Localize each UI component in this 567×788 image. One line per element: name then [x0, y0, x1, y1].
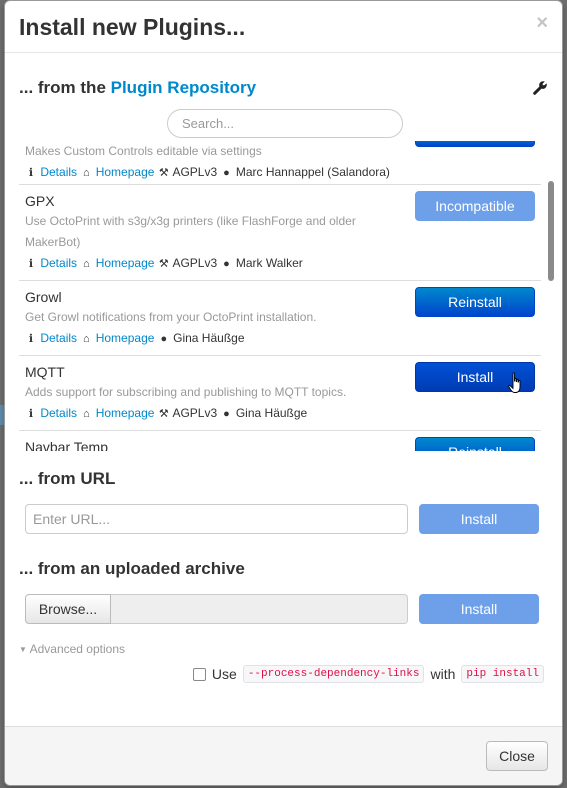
list-item: GPX Use OctoPrint with s3g/x3g printers … [19, 185, 541, 281]
details-link[interactable]: Details [40, 165, 77, 179]
list-item: Navbar Temp Reinstall [19, 431, 541, 451]
close-icon[interactable]: × [536, 13, 548, 33]
use-label: Use [211, 666, 237, 682]
gavel-icon: ⚒ [158, 167, 169, 179]
license-label: AGPLv3 [172, 406, 218, 420]
user-icon: ● [223, 408, 230, 420]
plugin-search-input[interactable] [167, 109, 403, 138]
reinstall-button[interactable]: Reinstall [415, 287, 535, 317]
advanced-options-label: Advanced options [29, 642, 125, 656]
dialog-header: Install new Plugins... × [5, 1, 562, 53]
plugin-list[interactable]: Makes Custom Controls editable via setti… [19, 141, 551, 451]
wrench-icon[interactable] [532, 80, 548, 96]
info-icon: ℹ [28, 167, 34, 179]
homepage-link[interactable]: Homepage [96, 165, 155, 179]
details-link[interactable]: Details [40, 256, 77, 270]
plugin-description: Adds support for subscribing and publish… [25, 385, 347, 399]
plugin-repository-link[interactable]: Plugin Repository [111, 78, 256, 97]
install-from-archive-button[interactable]: Install [419, 594, 539, 624]
command-code: pip install [461, 665, 544, 683]
home-icon: ⌂ [83, 167, 90, 179]
dependency-links-checkbox[interactable] [192, 667, 206, 681]
dialog-footer: Close [5, 726, 562, 785]
plugin-description: Get Growl notifications from your OctoPr… [25, 310, 317, 324]
plugin-meta: ℹ Details ⌂ Homepage ⚒ AGPLv3 ● Mark Wal… [25, 253, 535, 274]
list-item: MQTT Adds support for subscribing and pu… [19, 356, 541, 431]
with-label: with [430, 666, 456, 682]
homepage-link[interactable]: Homepage [96, 256, 155, 270]
user-icon: ● [223, 167, 230, 179]
advanced-options-toggle[interactable]: ▼ Advanced options [19, 642, 125, 656]
plugin-list-scrollbar[interactable] [548, 141, 554, 451]
plugin-meta: ℹ Details ⌂ Homepage ● Gina Häußge [25, 328, 535, 349]
details-link[interactable]: Details [40, 406, 77, 420]
dialog-title: Install new Plugins... [19, 14, 246, 40]
plugin-meta: ℹ Details ⌂ Homepage ⚒ AGPLv3 ● Gina Häu… [25, 403, 535, 424]
dependency-links-option: Use --process-dependency-links with pip … [192, 665, 544, 683]
home-icon: ⌂ [83, 333, 90, 345]
install-from-url-button[interactable]: Install [419, 504, 539, 534]
gavel-icon: ⚒ [158, 258, 169, 270]
repository-heading: ... from the Plugin Repository [19, 78, 256, 98]
homepage-link[interactable]: Homepage [96, 406, 155, 420]
reinstall-button[interactable]: Reinstall [415, 437, 535, 451]
plugin-meta: ℹ Details ⌂ Homepage ⚒ AGPLv3 ● Marc Han… [25, 162, 535, 183]
plugin-action-button[interactable] [415, 141, 535, 147]
user-icon: ● [160, 333, 168, 345]
author-label: Marc Hannappel (Salandora) [235, 165, 390, 179]
info-icon: ℹ [28, 258, 34, 270]
home-icon: ⌂ [83, 258, 90, 270]
url-input[interactable] [25, 504, 408, 534]
plugin-description: Makes Custom Controls editable via setti… [25, 144, 262, 158]
from-url-heading: ... from URL [19, 469, 116, 488]
author-label: Mark Walker [235, 256, 303, 270]
hand-cursor-icon [508, 372, 521, 393]
install-plugins-dialog: Install new Plugins... × ... from the Pl… [4, 0, 563, 786]
user-icon: ● [223, 258, 230, 270]
author-label: Gina Häußge [173, 331, 245, 345]
info-icon: ℹ [28, 408, 34, 420]
browse-button[interactable]: Browse... [25, 594, 111, 624]
license-label: AGPLv3 [172, 165, 218, 179]
home-icon: ⌂ [83, 408, 90, 420]
list-item: Growl Get Growl notifications from your … [19, 281, 541, 356]
plugin-description: Use OctoPrint with s3g/x3g printers (lik… [25, 214, 356, 249]
details-link[interactable]: Details [40, 331, 77, 345]
flag-code: --process-dependency-links [242, 665, 425, 683]
list-item: Makes Custom Controls editable via setti… [19, 141, 541, 185]
homepage-link[interactable]: Homepage [96, 331, 155, 345]
scrollbar-thumb[interactable] [548, 181, 554, 281]
caret-down-icon: ▼ [19, 645, 27, 654]
close-button[interactable]: Close [486, 741, 548, 771]
repository-heading-prefix: ... from the [19, 78, 111, 97]
info-icon: ℹ [28, 333, 34, 345]
selected-file-field [111, 594, 408, 624]
license-label: AGPLv3 [172, 256, 218, 270]
from-archive-heading: ... from an uploaded archive [19, 559, 245, 578]
author-label: Gina Häußge [235, 406, 308, 420]
gavel-icon: ⚒ [158, 408, 169, 420]
incompatible-button: Incompatible [415, 191, 535, 221]
